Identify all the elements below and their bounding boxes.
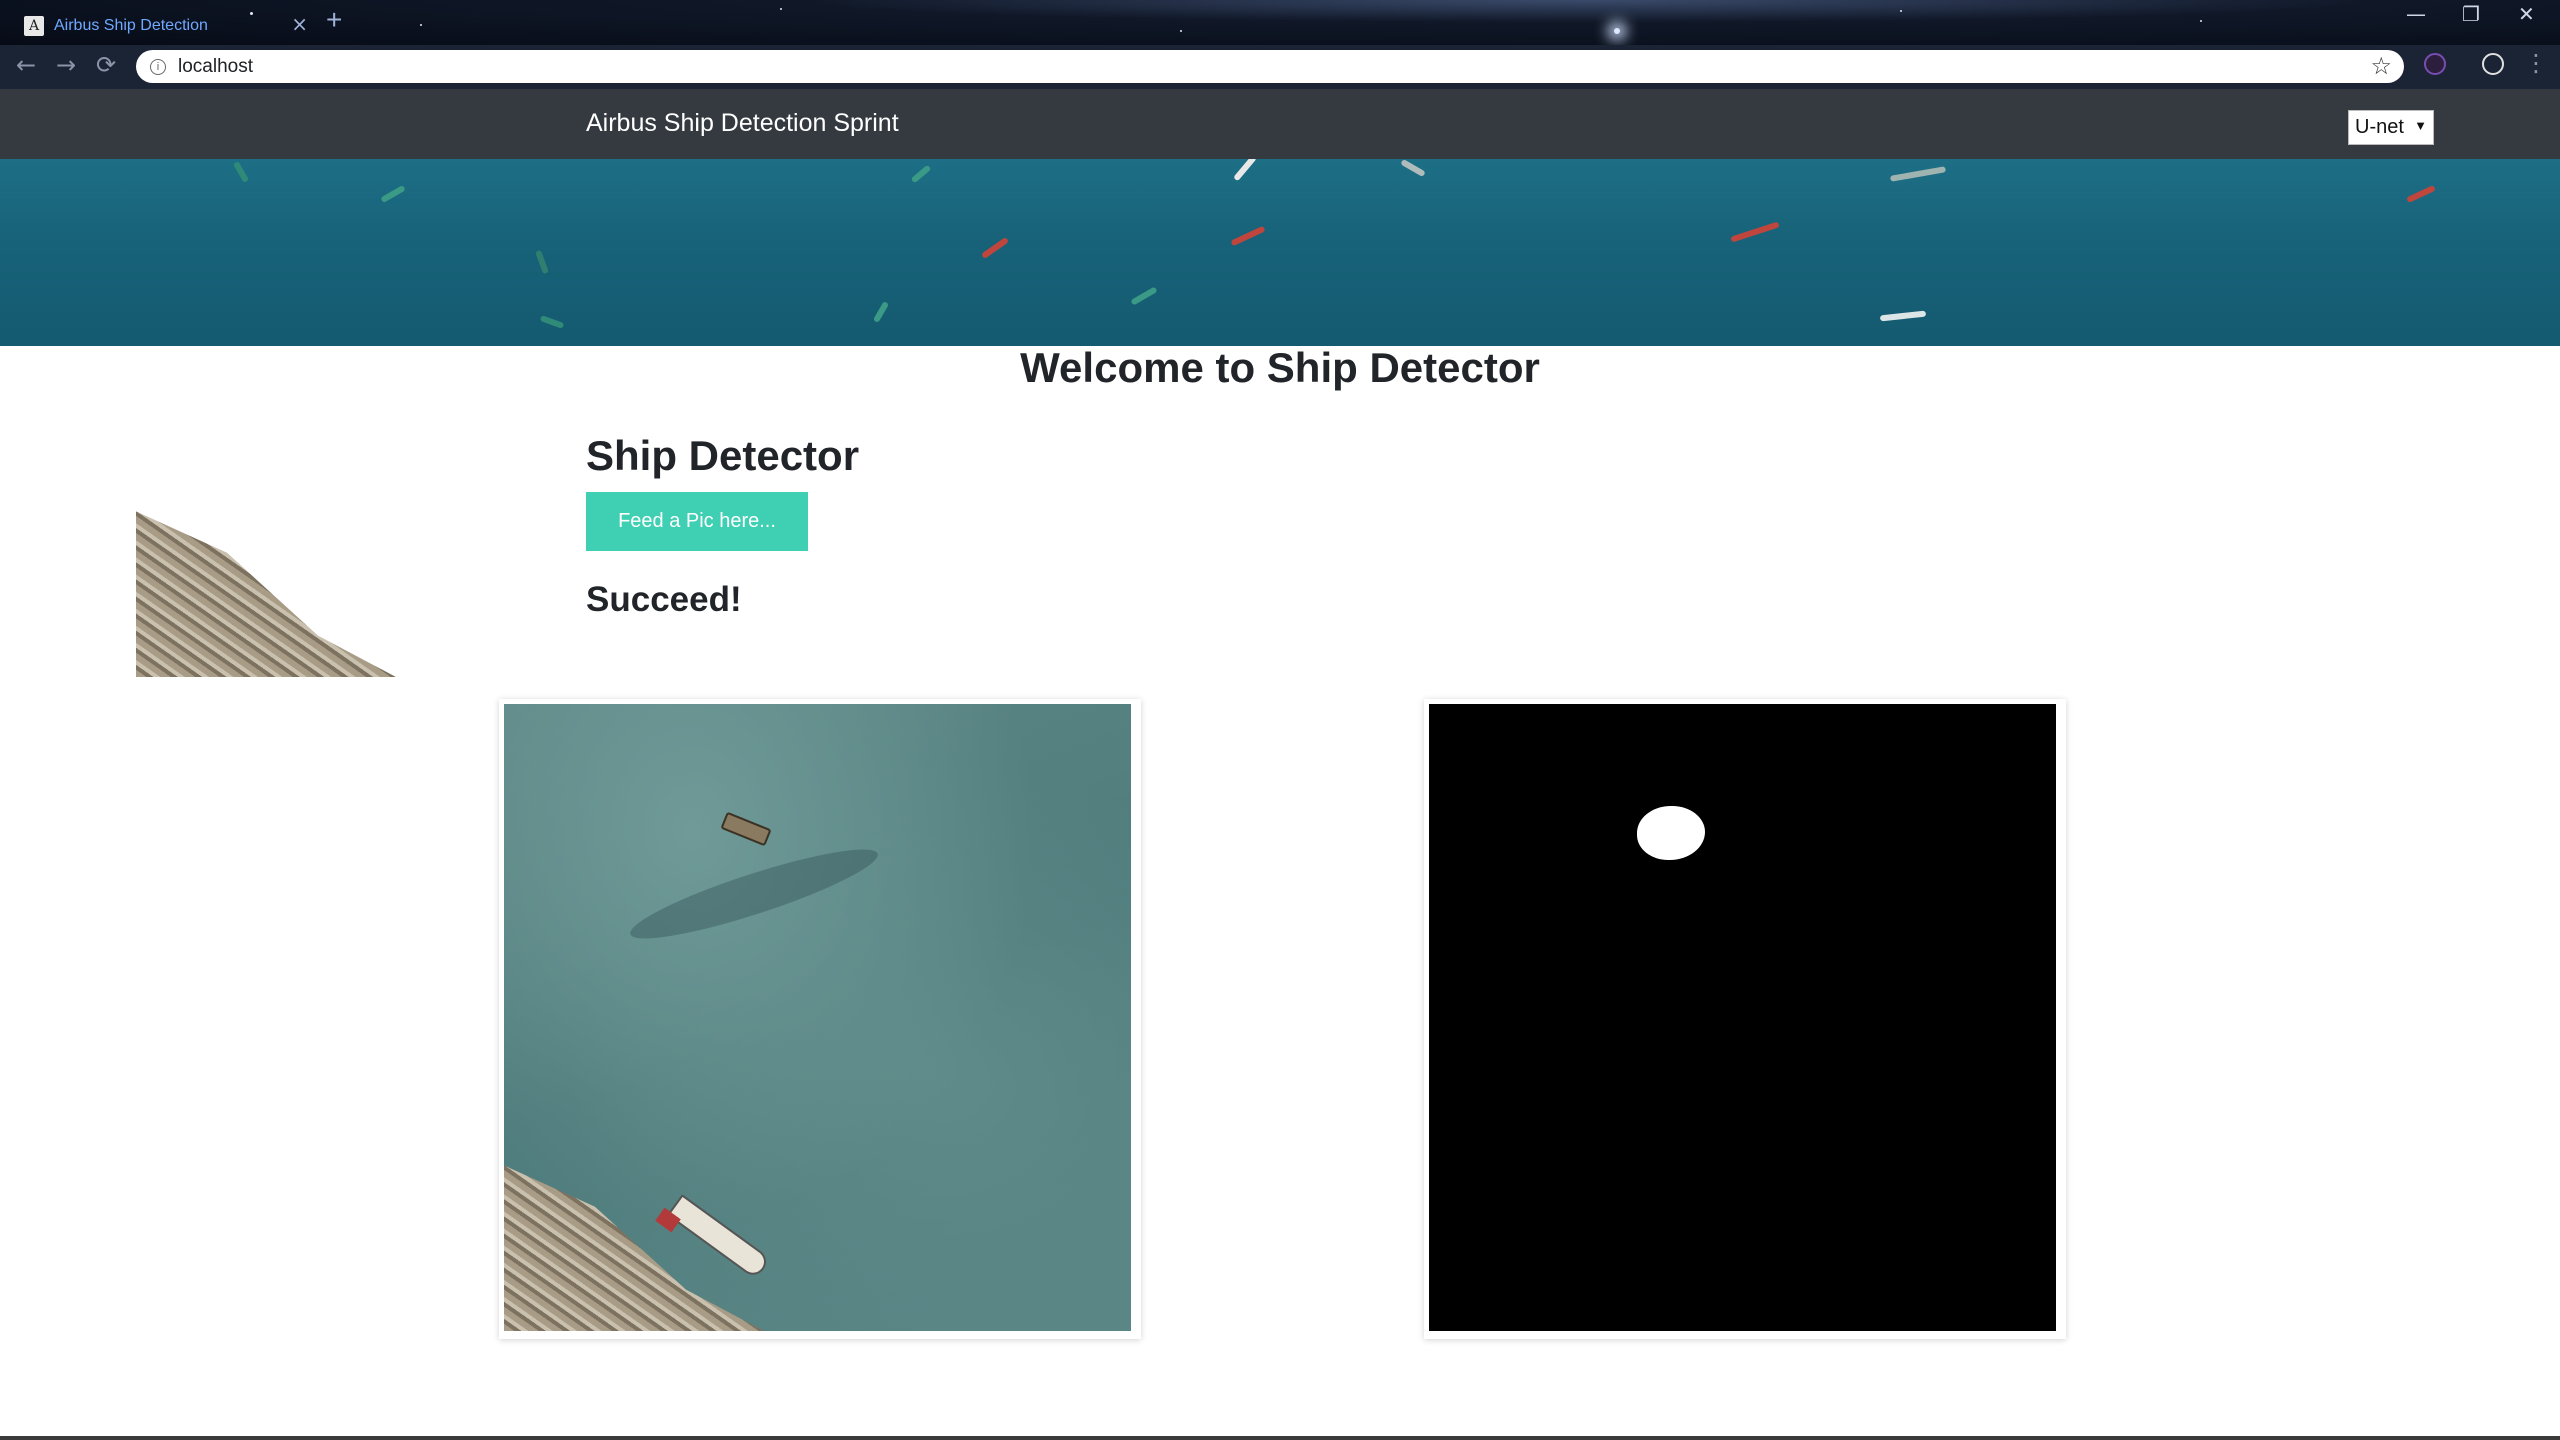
feed-pic-button[interactable]: Feed a Pic here... [586,492,808,551]
model-select-value: U-net [2355,116,2404,138]
app-navbar: Airbus Ship Detection Sprint U-net ▼ [0,89,2560,159]
boat-decoration [1230,225,1266,247]
status-message: Succeed! [586,580,742,619]
boat-decoration [1130,286,1158,306]
extension-icon[interactable] [2482,53,2504,75]
minimize-icon[interactable]: — [2406,2,2426,26]
star-decoration [1614,28,1620,34]
boat-decoration [1730,221,1780,243]
detected-ship-blob [1637,806,1705,860]
boat-decoration [910,164,932,184]
star-decoration [2200,20,2202,22]
browser-toolbar: ← → ⟳ i localhost :5000 ☆ ⋮ [0,45,2560,677]
boat-decoration [980,236,1010,260]
boat-decoration [539,315,565,329]
boat-decoration [1879,310,1927,322]
input-satellite-image [504,704,1131,1331]
banner-image [0,159,2560,346]
boat-decoration [872,300,890,324]
page-bottom-border [0,1436,2560,1440]
chevron-down-icon: ▼ [2414,118,2427,133]
extension-icon[interactable] [2424,53,2446,75]
section-title: Ship Detector [586,432,860,479]
browser-tab[interactable]: A Airbus Ship Detection × [12,6,312,45]
ship-shape [720,811,772,847]
star-decoration [1180,30,1182,32]
restore-icon[interactable]: ❐ [2462,2,2480,26]
star-decoration [780,8,782,10]
address-bar[interactable]: i localhost :5000 ☆ [136,50,2404,677]
new-tab-icon[interactable]: + [326,4,342,36]
boat-decoration [2406,184,2436,204]
model-select[interactable]: U-net ▼ [2348,110,2434,145]
reload-icon[interactable]: ⟳ [96,51,116,79]
boat-decoration [1233,159,1257,182]
boat-decoration [1400,159,1426,178]
star-decoration [1900,10,1902,12]
welcome-heading: Welcome to Ship Detector [1020,344,1540,391]
bookmark-star-icon[interactable]: ☆ [2370,52,2392,80]
tab-title: Airbus Ship Detection [54,16,208,34]
url-port: :5000 [136,511,396,677]
brand-title[interactable]: Airbus Ship Detection Sprint [586,109,899,138]
menu-icon[interactable]: ⋮ [2524,49,2548,77]
boat-decoration [380,184,406,204]
star-decoration [420,24,422,26]
url-host: localhost [178,55,253,77]
boat-decoration [535,249,549,275]
segmentation-mask-image [1429,704,2056,1331]
back-icon[interactable]: ← [16,51,36,79]
output-image-card [1424,699,2066,1339]
url-text: localhost :5000 [136,55,396,677]
boat-decoration [1889,166,1947,182]
forward-icon[interactable]: → [56,51,76,79]
boat-decoration [232,160,250,184]
ship-wake [624,834,884,954]
input-image-card [499,699,1141,1339]
info-icon[interactable]: i [150,58,166,75]
browser-tab-strip: A Airbus Ship Detection × + — ❐ ✕ [0,0,2560,45]
favicon-icon: A [24,15,44,36]
window-close-icon[interactable]: ✕ [2518,2,2535,26]
close-tab-icon[interactable]: × [291,12,308,36]
moored-ship-shape [666,1194,772,1280]
